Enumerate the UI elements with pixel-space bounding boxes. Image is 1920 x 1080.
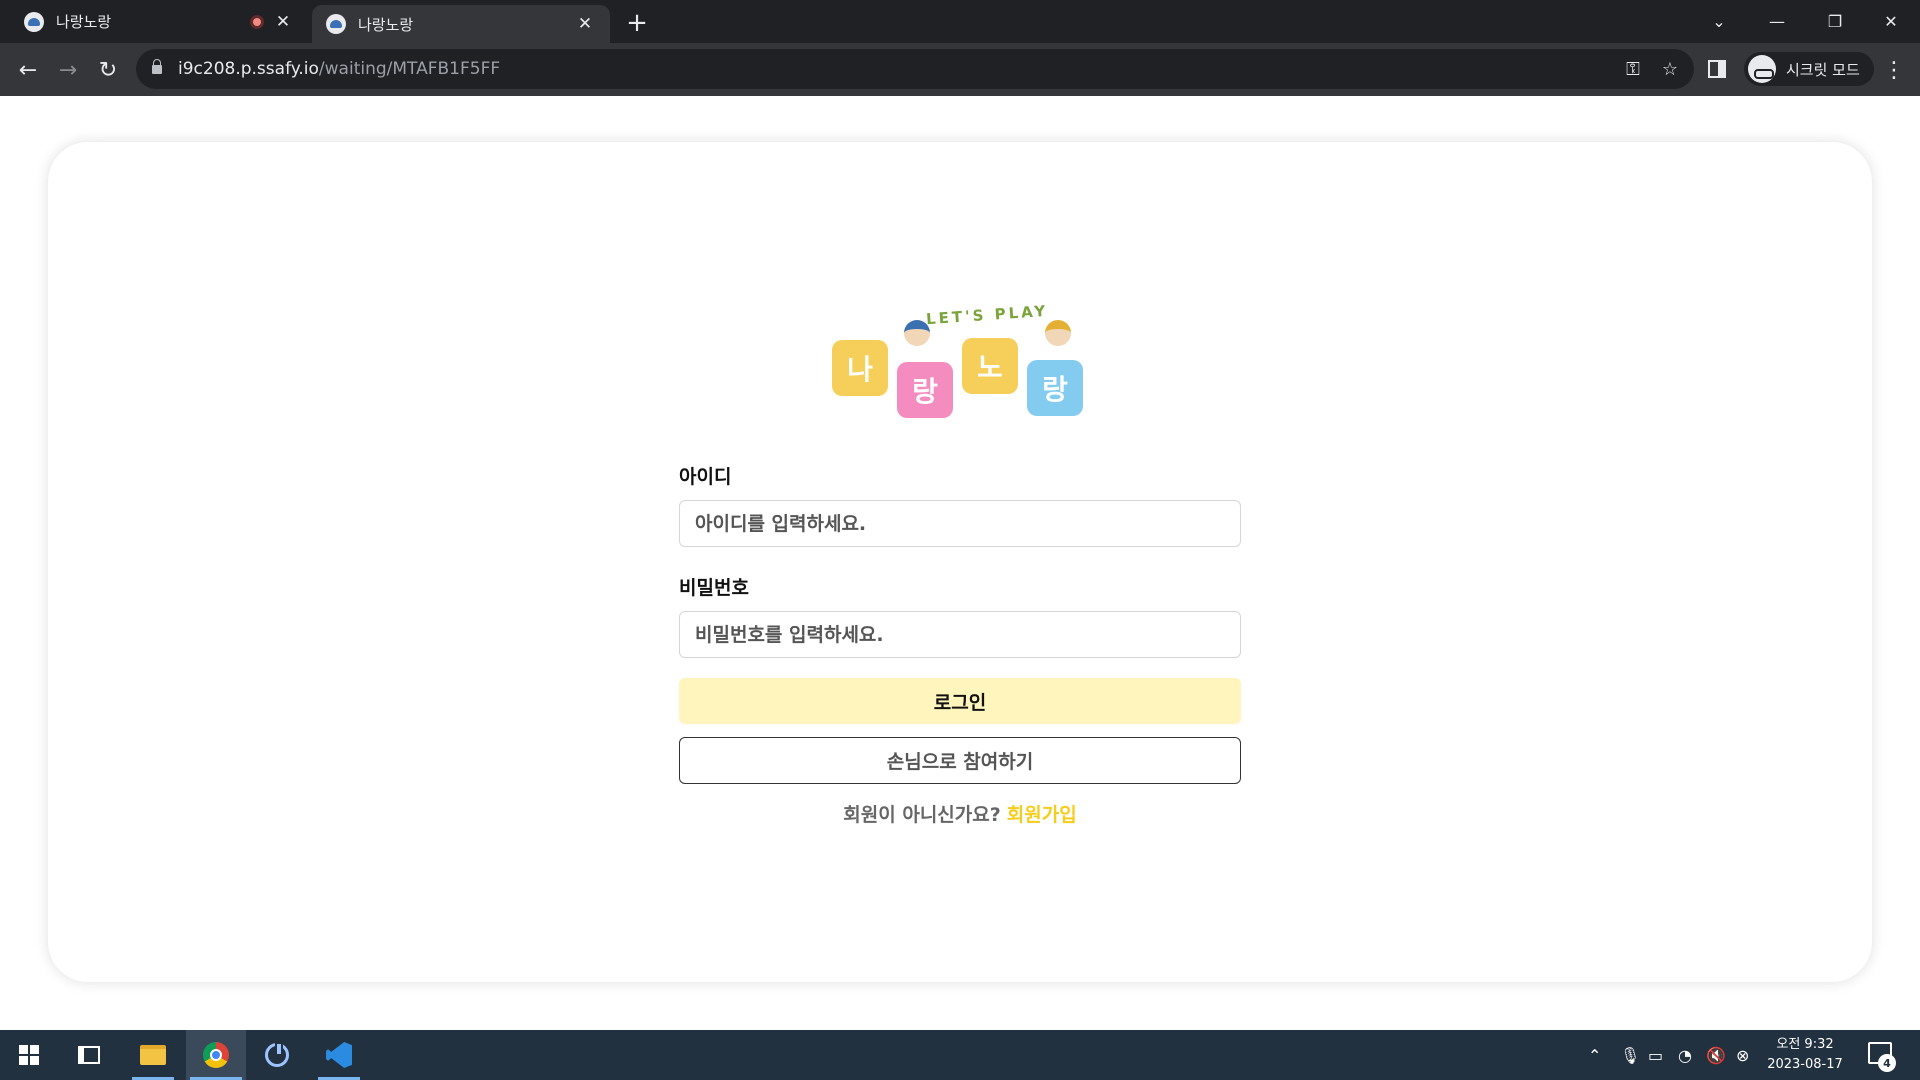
browser-toolbar: ← → ↻ i9c208.p.ssafy.io/waiting/MTAFB1F5… [0,43,1920,96]
start-button[interactable] [4,1030,54,1080]
microphone-icon[interactable]: 🎙 [1620,1030,1640,1080]
forward-button[interactable]: → [52,54,84,86]
close-tab-icon[interactable]: ✕ [272,11,294,33]
chrome-icon [203,1042,229,1068]
power-app-icon [265,1042,289,1067]
vscode-taskbar-button[interactable] [314,1030,364,1080]
browser-menu-icon[interactable]: ⋮ [1882,54,1906,86]
tab-search-icon[interactable]: ⌄ [1690,0,1748,43]
minimize-button[interactable]: — [1748,0,1806,43]
logo-tile: 랑 [1027,360,1083,416]
clock-time: 오전 9:32 [1776,1037,1834,1052]
reload-button[interactable]: ↻ [92,54,124,86]
site-favicon-icon [326,14,346,34]
app-taskbar-button[interactable] [252,1030,302,1080]
browser-tab[interactable]: 나랑노랑 ✕ [0,0,308,43]
logo-tile: 노 [962,338,1018,394]
address-bar[interactable]: i9c208.p.ssafy.io/waiting/MTAFB1F5FF ⚿ ☆ [136,49,1694,89]
restore-button[interactable]: ❐ [1806,0,1864,43]
page-content: LET'S PLAY 나 랑 노 랑 아이디 비밀번호 로그인 손님으로 참여하… [0,96,1920,1030]
file-explorer-button[interactable] [128,1030,178,1080]
side-panel-icon[interactable] [1708,60,1726,78]
password-input[interactable] [679,611,1241,658]
lock-icon[interactable] [152,58,162,74]
id-label: 아이디 [679,466,732,488]
close-tab-icon[interactable]: ✕ [574,13,596,35]
task-view-button[interactable] [64,1030,114,1080]
recording-indicator-icon [250,14,264,29]
logo-tile: 나 [832,340,888,396]
signup-row: 회원이 아니신가요? 회원가입 [679,800,1241,827]
tab-title: 나랑노랑 [358,15,414,34]
login-form: 아이디 비밀번호 로그인 손님으로 참여하기 회원이 아니신가요? 회원가입 [679,462,1241,827]
system-clock[interactable]: 오전 9:32 2023-08-17 [1760,1035,1850,1075]
close-window-button[interactable]: ✕ [1862,0,1920,43]
status-error-icon[interactable]: ⊗ [1736,1030,1749,1080]
incognito-label: 시크릿 모드 [1786,60,1860,79]
incognito-icon [1748,55,1776,83]
logo-tagline: LET'S PLAY [925,301,1049,329]
folder-icon [140,1045,166,1065]
signup-prompt: 회원이 아니신가요? [843,804,1001,826]
clock-date: 2023-08-17 [1767,1057,1843,1072]
incognito-indicator[interactable]: 시크릿 모드 [1744,52,1874,86]
browser-tab-active[interactable]: 나랑노랑 ✕ [312,5,610,43]
volume-muted-icon[interactable]: 🔇 [1706,1030,1726,1080]
logo-tile: 랑 [897,362,953,418]
chrome-taskbar-button[interactable] [186,1030,246,1080]
key-icon[interactable]: ⚿ [1626,59,1640,80]
guest-join-button[interactable]: 손님으로 참여하기 [679,737,1241,784]
windows-icon [19,1045,39,1065]
notification-badge: 4 [1878,1054,1896,1072]
app-logo: LET'S PLAY 나 랑 노 랑 [830,302,1086,420]
password-label: 비밀번호 [679,577,749,599]
new-tab-button[interactable]: + [622,8,652,38]
bookmark-star-icon[interactable]: ☆ [1662,59,1678,80]
network-icon[interactable]: ◔ [1678,1030,1692,1080]
character-girl-icon [1045,320,1071,346]
character-boy-icon [904,320,930,346]
signup-link[interactable]: 회원가입 [1007,804,1077,826]
show-hidden-icons-button[interactable]: ⌃ [1588,1030,1601,1080]
back-button[interactable]: ← [12,54,44,86]
taskbar: ⌃ 🎙 ▭ ◔ 🔇 ⊗ 오전 9:32 2023-08-17 4 [0,1030,1920,1080]
tab-title: 나랑노랑 [56,13,112,31]
tab-strip: 나랑노랑 ✕ 나랑노랑 ✕ + ⌄ — ❐ ✕ [0,0,1920,43]
task-view-icon [78,1046,100,1064]
url-text: i9c208.p.ssafy.io/waiting/MTAFB1F5FF [178,59,501,79]
site-favicon-icon [24,11,44,32]
login-button[interactable]: 로그인 [679,678,1241,724]
id-input[interactable] [679,500,1241,547]
battery-icon[interactable]: ▭ [1648,1030,1663,1080]
vscode-icon [326,1042,352,1068]
